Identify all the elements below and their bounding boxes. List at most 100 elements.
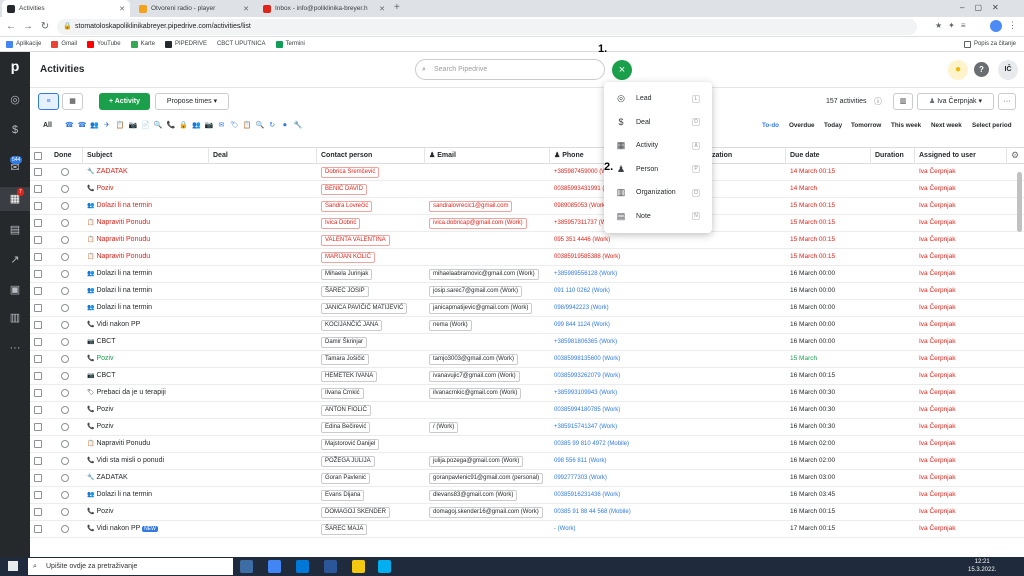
email-cell[interactable]: janicapmatijevic@gmail.com (Work)	[425, 300, 550, 316]
duration-cell[interactable]	[871, 249, 915, 265]
phone-text[interactable]: 00385998135600 (Work)	[554, 356, 620, 362]
assigned-user-cell[interactable]: Iva Čerpnjak	[915, 436, 1007, 452]
email-chip[interactable]: nema (Work)	[429, 320, 472, 331]
contact-cell[interactable]: Ilvana Crnkić	[317, 385, 425, 401]
due-date-cell[interactable]: 16 March 00:00	[786, 300, 871, 316]
activity-type-filter-icon[interactable]: ☎	[78, 122, 87, 130]
due-date-cell[interactable]: 15 March 00:15	[786, 215, 871, 231]
filter-all[interactable]: All	[43, 122, 52, 129]
activity-type-filter-icon[interactable]: 👥	[192, 122, 201, 130]
bookmark-youtube[interactable]: YouTube	[87, 40, 121, 48]
table-row[interactable]: 👥 Dolazi li na termin Mihaela Jurinjak mih…	[30, 266, 1024, 283]
activity-type-filter-icon[interactable]: 👥	[90, 122, 99, 130]
deal-cell[interactable]	[209, 334, 317, 350]
contact-chip[interactable]: Dobrica Sremčević	[321, 167, 380, 178]
email-chip[interactable]: dlevans83@gmail.com (Work)	[429, 490, 518, 501]
email-cell[interactable]	[425, 181, 550, 197]
tips-bulb-icon[interactable]: ●	[948, 60, 968, 80]
subject-cell[interactable]: 👥 Dolazi li na termin	[83, 300, 209, 316]
done-toggle[interactable]	[61, 253, 69, 261]
subject-cell[interactable]: 📞 Poziv	[83, 504, 209, 520]
due-date-cell[interactable]: 15 March 00:15	[786, 198, 871, 214]
phone-text[interactable]: 00385 99 810 4972 (Mobile)	[554, 441, 629, 447]
reading-list[interactable]: Popis za čitanje	[963, 40, 1016, 48]
done-toggle[interactable]	[61, 355, 69, 363]
subject-cell[interactable]: 📞 Poziv	[83, 402, 209, 418]
assigned-user-cell[interactable]: Iva Čerpnjak	[915, 283, 1007, 299]
email-cell[interactable]: dlevans83@gmail.com (Work)	[425, 487, 550, 503]
done-toggle[interactable]	[61, 219, 69, 227]
done-toggle[interactable]	[61, 389, 69, 397]
email-cell[interactable]	[425, 249, 550, 265]
email-chip[interactable]: / (Work)	[429, 422, 459, 433]
deal-cell[interactable]	[209, 504, 317, 520]
phone-cell[interactable]: 00385916231436 (Work)	[550, 487, 706, 503]
organization-cell[interactable]	[706, 368, 786, 384]
due-date-cell[interactable]: 16 March 03:45	[786, 487, 871, 503]
done-toggle[interactable]	[61, 508, 69, 516]
deals-dollar-icon[interactable]: $	[7, 122, 23, 138]
contact-cell[interactable]: VALENTA VALENTINA	[317, 232, 425, 248]
column-subject[interactable]: Subject	[83, 148, 209, 164]
contact-chip[interactable]: Damir Škrinjar	[321, 337, 368, 348]
row-checkbox[interactable]	[34, 338, 42, 346]
duration-cell[interactable]	[871, 470, 915, 486]
email-chip[interactable]: mihaelaabramovic@gmail.com (Work)	[429, 269, 539, 280]
duration-cell[interactable]	[871, 198, 915, 214]
assigned-user-cell[interactable]: Iva Čerpnjak	[915, 266, 1007, 282]
phone-text[interactable]: 00385994180785 (Work)	[554, 407, 620, 413]
phone-text[interactable]: 00385 91 88 44 568 (Mobile)	[554, 509, 631, 515]
phone-cell[interactable]: - (Work)	[550, 521, 706, 537]
subject-cell[interactable]: 👥 Dolazi li na termin	[83, 487, 209, 503]
contact-cell[interactable]: ŠAREC JOSIP	[317, 283, 425, 299]
table-row[interactable]: 👥 Dolazi li na termin Evans Dijana dlevans…	[30, 487, 1024, 504]
activity-type-filter-icon[interactable]: 🔧	[294, 122, 303, 130]
email-cell[interactable]: domagoj.skender16@gmail.com (Work)	[425, 504, 550, 520]
add-activity-button[interactable]: + Activity	[99, 93, 150, 110]
deal-cell[interactable]	[209, 300, 317, 316]
contact-cell[interactable]: MARIJAN KOLIĆ	[317, 249, 425, 265]
organization-cell[interactable]	[706, 470, 786, 486]
phone-text[interactable]: 098/9942223 (Work)	[554, 305, 609, 311]
contact-cell[interactable]: Evans Dijana	[317, 487, 425, 503]
table-row[interactable]: 📞 Vidi nakon PP NEW ŠAREC MAJA - (Work) 17 …	[30, 521, 1024, 538]
reload-icon[interactable]: ↻	[38, 20, 52, 34]
table-row[interactable]: 📷 CBCT Damir Škrinjar +385981806365 (Work)…	[30, 334, 1024, 351]
organization-cell[interactable]	[706, 521, 786, 537]
assigned-user-cell[interactable]: Iva Čerpnjak	[915, 385, 1007, 401]
contact-cell[interactable]: ŠAREC MAJA	[317, 521, 425, 537]
due-date-cell[interactable]: 16 March 03:00	[786, 470, 871, 486]
table-row[interactable]: 📋 Napraviti Ponudu Majstorović Danijel 003…	[30, 436, 1024, 453]
done-toggle[interactable]	[61, 457, 69, 465]
assigned-user-cell[interactable]: Iva Čerpnjak	[915, 198, 1007, 214]
organization-cell[interactable]	[706, 317, 786, 333]
row-checkbox[interactable]	[34, 304, 42, 312]
duration-cell[interactable]	[871, 334, 915, 350]
activity-type-filter-icon[interactable]: 📷	[129, 122, 138, 130]
activity-type-filter-icon[interactable]: 🔒	[179, 122, 188, 130]
contact-cell[interactable]: JANICA PAVIČIĆ MATIJEVIĆ	[317, 300, 425, 316]
done-toggle[interactable]	[61, 491, 69, 499]
browser-menu-icon[interactable]: ⋮	[1008, 20, 1017, 31]
user-avatar[interactable]: IČ	[998, 60, 1018, 80]
assigned-user-cell[interactable]: Iva Čerpnjak	[915, 215, 1007, 231]
table-row[interactable]: 📞 Poziv ANTON FIOLIĆ 00385994180785 (Work)…	[30, 402, 1024, 419]
duration-cell[interactable]	[871, 419, 915, 435]
subject-cell[interactable]: 📞 Poziv	[83, 419, 209, 435]
close-tab-icon[interactable]: ✕	[243, 5, 249, 13]
contact-cell[interactable]: Edina Bečirević	[317, 419, 425, 435]
organization-cell[interactable]	[706, 249, 786, 265]
assigned-user-cell[interactable]: Iva Čerpnjak	[915, 453, 1007, 469]
marketplace-icon[interactable]: ▥	[7, 310, 23, 326]
organization-cell[interactable]	[706, 164, 786, 180]
deal-cell[interactable]	[209, 283, 317, 299]
duration-cell[interactable]	[871, 181, 915, 197]
due-date-cell[interactable]: 16 March 00:00	[786, 266, 871, 282]
assigned-user-cell[interactable]: Iva Čerpnjak	[915, 164, 1007, 180]
done-toggle[interactable]	[61, 525, 69, 533]
row-checkbox[interactable]	[34, 457, 42, 465]
deal-cell[interactable]	[209, 470, 317, 486]
done-toggle[interactable]	[61, 168, 69, 176]
done-toggle[interactable]	[61, 423, 69, 431]
email-chip[interactable]: tamjo3003@gmail.com (Work)	[429, 354, 519, 365]
